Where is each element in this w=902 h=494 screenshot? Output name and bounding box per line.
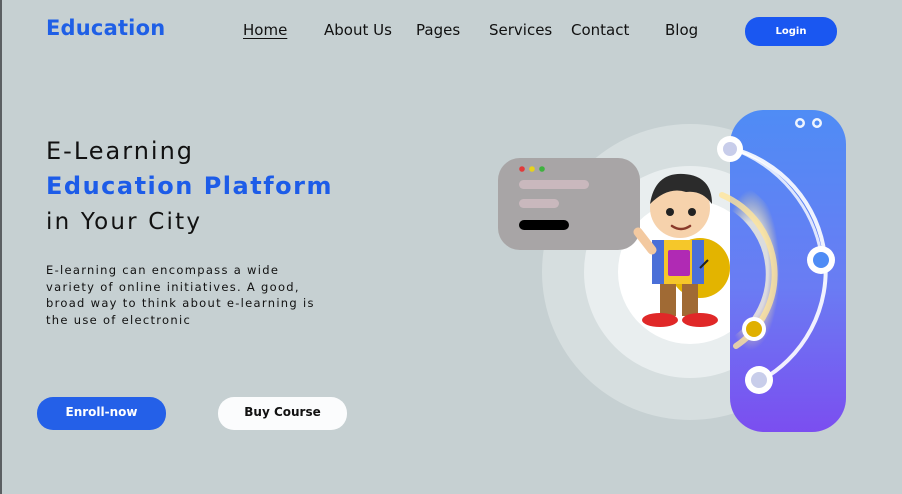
hero-title-line2: Education Platform xyxy=(46,172,333,200)
hero-title-line1: E-Learning xyxy=(46,137,195,165)
browser-window-icon xyxy=(498,158,640,250)
enroll-now-button[interactable]: Enroll-now xyxy=(37,397,166,430)
hero-illustration xyxy=(498,110,846,432)
description-line: broad way to think about e-learning is xyxy=(46,296,315,310)
hero-description: E-learning can encompass a wide variety … xyxy=(46,262,376,328)
nav-about-us[interactable]: About Us xyxy=(324,21,392,39)
page-left-border xyxy=(0,0,2,494)
nav-blog[interactable]: Blog xyxy=(665,21,698,39)
description-line: variety of online initiatives. A good, xyxy=(46,279,300,294)
description-line: the use of electronic xyxy=(46,312,192,327)
nav-services[interactable]: Services xyxy=(489,21,552,39)
description-line: E-learning can encompass a wide xyxy=(46,263,280,277)
nav-contact[interactable]: Contact xyxy=(571,21,629,39)
login-button[interactable]: Login xyxy=(745,17,837,46)
nav-home[interactable]: Home xyxy=(243,21,287,39)
buy-course-button[interactable]: Buy Course xyxy=(218,397,347,430)
nav-pages[interactable]: Pages xyxy=(416,21,460,39)
hero-title-line3: in Your City xyxy=(46,209,203,235)
brand-logo[interactable]: Education xyxy=(46,16,165,40)
